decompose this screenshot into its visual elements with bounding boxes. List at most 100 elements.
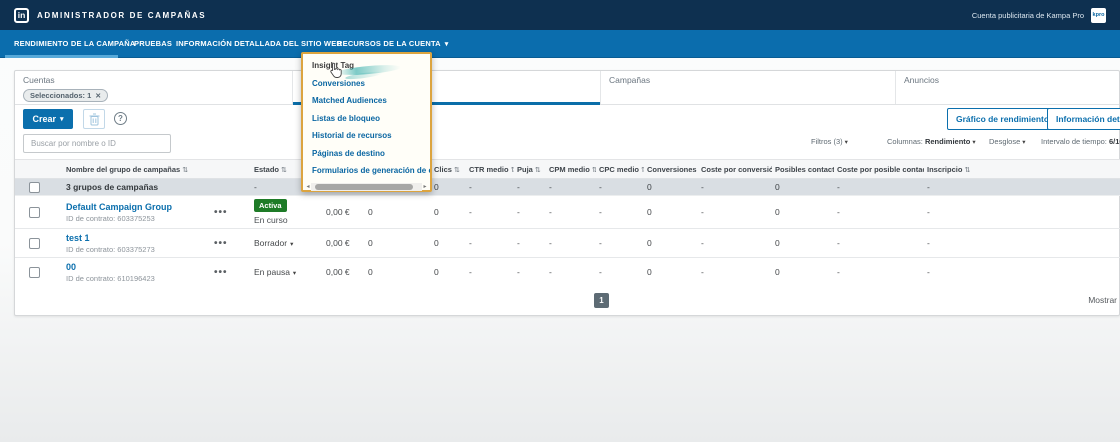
cell-cpc: - bbox=[596, 195, 644, 229]
nav-item-recursos-label: RECURSOS DE LA CUENTA bbox=[337, 39, 441, 48]
col-label: Coste por conversión bbox=[701, 164, 772, 174]
account-label: Cuenta publicitaria de Kampa Pro bbox=[971, 10, 1084, 20]
delete-button[interactable] bbox=[83, 109, 105, 129]
col-label: Nombre del grupo de campañas bbox=[66, 164, 181, 174]
create-button[interactable]: Crear ▾ bbox=[23, 109, 73, 129]
tab-anuncios-label: Anuncios bbox=[904, 75, 939, 85]
campaign-group-link[interactable]: test 1 bbox=[66, 233, 208, 243]
col-label: Conversiones bbox=[647, 164, 697, 174]
demographics-button[interactable]: Información detalla bbox=[1047, 108, 1120, 130]
cell-clics: 0 bbox=[431, 228, 466, 258]
summary-row: 3 grupos de campañas - 0 - - - - 0 - 0 -… bbox=[15, 178, 1120, 196]
time-range-value: 6/10/ bbox=[1108, 137, 1120, 146]
filters-label: Filtros (3) bbox=[811, 137, 843, 146]
col-menu bbox=[211, 159, 251, 179]
col-coste-conversion[interactable]: Coste por conversión⇅ bbox=[698, 159, 772, 179]
pagination-page-1[interactable]: 1 bbox=[594, 293, 609, 308]
row-checkbox[interactable] bbox=[29, 206, 40, 218]
cell-clics: 0 bbox=[431, 257, 466, 287]
chevron-down-icon: ▾ bbox=[1022, 139, 1026, 146]
menu-item-formularios[interactable]: Formularios de generación de contacto bbox=[303, 162, 430, 180]
contract-id: ID de contrato: 603375273 bbox=[66, 244, 155, 254]
col-ctr[interactable]: CTR medio⇅ bbox=[466, 159, 514, 179]
col-nombre[interactable]: Nombre del grupo de campañas ⇅ bbox=[51, 159, 211, 179]
menu-item-historial-de-recursos[interactable]: Historial de recursos bbox=[303, 127, 430, 145]
table-row: test 1 ID de contrato: 603375273 ••• Bor… bbox=[15, 228, 1120, 258]
menu-item-matched-audiences[interactable]: Matched Audiences bbox=[303, 92, 430, 110]
col-label: Coste por posible contacto bbox=[837, 164, 924, 174]
scrollbar-thumb[interactable] bbox=[315, 184, 414, 190]
summary-value: - bbox=[596, 178, 644, 196]
cell-ctr: - bbox=[466, 257, 514, 287]
col-cpc[interactable]: CPC medio⇅ bbox=[596, 159, 644, 179]
row-menu-button[interactable]: ••• bbox=[214, 267, 228, 278]
row-menu-button[interactable]: ••• bbox=[214, 238, 228, 249]
cell-coste-conversion: - bbox=[698, 195, 772, 229]
summary-checkbox[interactable] bbox=[29, 181, 40, 193]
breakdown-dropdown[interactable]: Desglose ▾ bbox=[989, 137, 1026, 146]
row-checkbox[interactable] bbox=[29, 266, 40, 278]
trash-icon bbox=[89, 113, 99, 125]
col-label: Estado bbox=[254, 164, 280, 174]
cell-inscripciones: - bbox=[924, 195, 1120, 229]
nav-item-pruebas[interactable]: PRUEBAS bbox=[134, 30, 172, 58]
chevron-down-icon: ▾ bbox=[444, 41, 449, 48]
tab-cuentas[interactable]: Cuentas Seleccionados: 1 ✕ bbox=[15, 71, 293, 104]
tab-campanas[interactable]: Campañas bbox=[601, 71, 896, 104]
help-icon[interactable]: ? bbox=[114, 112, 127, 125]
chevron-down-icon: ▾ bbox=[60, 116, 64, 123]
filters-dropdown[interactable]: Filtros (3) ▾ bbox=[811, 137, 848, 146]
col-puja[interactable]: Puja ⇅ bbox=[514, 159, 546, 179]
cell-impresiones: 0 bbox=[365, 228, 431, 258]
campaign-group-link[interactable]: 00 bbox=[66, 262, 208, 272]
nav-item-rendimiento[interactable]: RENDIMIENTO DE LA CAMPAÑA bbox=[14, 30, 136, 58]
summary-value: - bbox=[834, 178, 924, 196]
cell-cpm: - bbox=[546, 195, 596, 229]
tab-anuncios[interactable]: Anuncios bbox=[896, 71, 1119, 104]
selected-filter-pill[interactable]: Seleccionados: 1 ✕ bbox=[23, 89, 109, 102]
col-posibles-contactos[interactable]: Posibles contactos⇅ bbox=[772, 159, 834, 179]
table-row: 00 ID de contrato: 610196423 ••• En paus… bbox=[15, 257, 1120, 287]
sort-icon: ⇅ bbox=[592, 167, 596, 174]
chevron-down-icon[interactable]: ▾ bbox=[293, 270, 296, 277]
search-input[interactable] bbox=[23, 134, 171, 153]
row-menu-button[interactable]: ••• bbox=[214, 207, 228, 218]
pagination-show-text: Mostrar bbox=[1088, 295, 1117, 305]
scrollbar-track[interactable] bbox=[311, 183, 422, 191]
status-sub: En curso bbox=[254, 215, 288, 225]
top-bar: in ADMINISTRADOR DE CAMPAÑAS Cuenta publ… bbox=[0, 0, 1120, 30]
col-clics[interactable]: Clics ⇅ bbox=[431, 159, 466, 179]
close-icon[interactable]: ✕ bbox=[95, 92, 101, 100]
summary-value: - bbox=[546, 178, 596, 196]
cell-cpm: - bbox=[546, 257, 596, 287]
sort-icon: ⇅ bbox=[534, 166, 541, 174]
cell-coste-conversion: - bbox=[698, 257, 772, 287]
status-text: En pausa bbox=[254, 267, 290, 278]
menu-item-listas-de-bloqueo[interactable]: Listas de bloqueo bbox=[303, 110, 430, 128]
cell-impresiones: 0 bbox=[365, 195, 431, 229]
scroll-right-icon[interactable]: ▸ bbox=[422, 183, 428, 192]
chevron-down-icon[interactable]: ▾ bbox=[290, 241, 293, 248]
dropdown-horizontal-scrollbar[interactable]: ◂ ▸ bbox=[305, 183, 428, 192]
col-cpm[interactable]: CPM medio⇅ bbox=[546, 159, 596, 179]
cell-coste-posible: - bbox=[834, 195, 924, 229]
menu-item-paginas-de-destino[interactable]: Páginas de destino bbox=[303, 145, 430, 163]
col-conversiones[interactable]: Conversiones⇅ bbox=[644, 159, 698, 179]
columns-dropdown[interactable]: Columnas: Rendimiento ▾ bbox=[887, 137, 976, 146]
performance-chart-button[interactable]: Gráfico de rendimiento bbox=[947, 108, 1059, 130]
cell-posibles: 0 bbox=[772, 195, 834, 229]
cell-impresiones: 0 bbox=[365, 257, 431, 287]
cell-coste-posible: - bbox=[834, 228, 924, 258]
summary-value: 0 bbox=[431, 178, 466, 196]
cell-conversiones: 0 bbox=[644, 195, 698, 229]
columns-value: Rendimiento bbox=[924, 137, 971, 146]
col-inscripciones[interactable]: Inscripcio ⇅ bbox=[924, 159, 1120, 179]
time-range-dropdown[interactable]: Intervalo de tiempo: 6/10/ bbox=[1041, 137, 1120, 146]
campaign-group-link[interactable]: Default Campaign Group bbox=[66, 202, 208, 212]
col-coste-posible-contacto[interactable]: Coste por posible contacto⇅ bbox=[834, 159, 924, 179]
row-checkbox[interactable] bbox=[29, 237, 40, 249]
entity-tabs: Cuentas Seleccionados: 1 ✕ Campañas Anun… bbox=[15, 71, 1119, 105]
account-avatar[interactable]: kpro bbox=[1091, 7, 1106, 23]
cell-ctr: - bbox=[466, 195, 514, 229]
sort-icon: ⇅ bbox=[182, 166, 189, 174]
